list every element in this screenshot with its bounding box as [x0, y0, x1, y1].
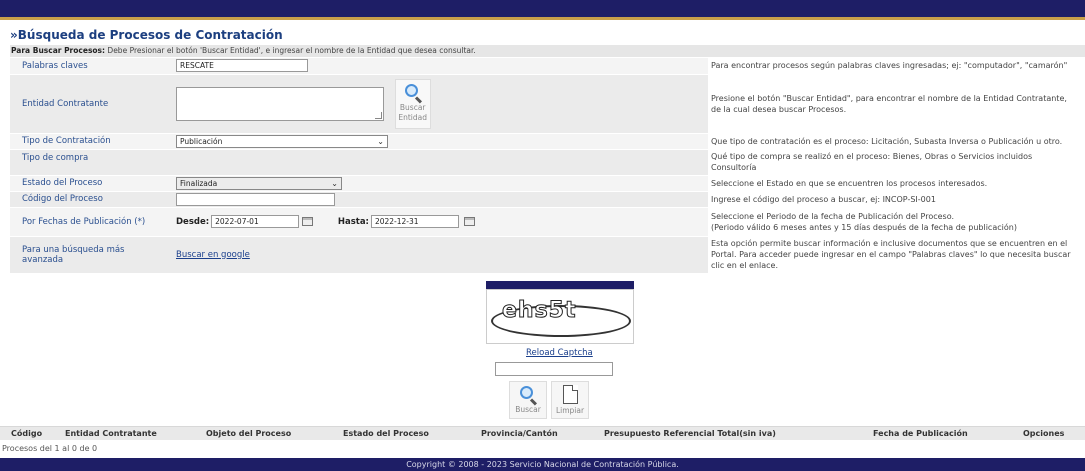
- column-header[interactable]: Entidad Contratante: [65, 429, 157, 438]
- magnifier-icon: [403, 83, 423, 104]
- instructions-text: Debe Presionar el botón 'Buscar Entidad'…: [105, 46, 476, 55]
- top-header-bar: [0, 0, 1085, 20]
- column-header[interactable]: Presupuesto Referencial Total(sin iva): [604, 429, 776, 438]
- blank-document-icon: [562, 385, 578, 404]
- label-tipo-contratacion: Tipo de Contratación: [10, 133, 173, 150]
- results-summary: Procesos del 1 al 0 de 0: [2, 444, 98, 453]
- limpiar-button[interactable]: Limpiar: [551, 381, 589, 419]
- page-title: »Búsqueda de Procesos de Contratación: [10, 28, 283, 42]
- help-entidad-contratante: Presione el botón "Buscar Entidad", para…: [708, 74, 1085, 134]
- reload-captcha-link[interactable]: Reload Captcha: [526, 348, 593, 358]
- label-fechas-publicacion: Por Fechas de Publicación (*): [10, 207, 173, 237]
- help-palabras-claves: Para encontrar procesos según palabras c…: [708, 58, 1085, 75]
- resize-grip-icon[interactable]: [375, 111, 382, 119]
- help-estado-proceso: Seleccione el Estado en que se encuentre…: [708, 175, 1085, 192]
- hasta-date-input[interactable]: [370, 215, 459, 228]
- limpiar-label: Limpiar: [555, 406, 585, 415]
- label-estado-proceso: Estado del Proceso: [10, 175, 173, 192]
- label-palabras-claves: Palabras claves: [10, 58, 173, 75]
- help-tipo-compra: Qué tipo de compra se realizó en el proc…: [708, 149, 1085, 176]
- calendar-icon[interactable]: [302, 217, 314, 226]
- help-busqueda-avanzada: Esta opción permite buscar información e…: [708, 236, 1085, 274]
- column-header[interactable]: Fecha de Publicación: [873, 429, 968, 438]
- instructions-heading: Para Buscar Procesos:: [11, 46, 106, 55]
- captcha-text: ehs5t: [502, 298, 577, 324]
- entidad-contratante-textarea[interactable]: [176, 86, 384, 121]
- column-header[interactable]: Opciones: [1023, 429, 1064, 438]
- help-tipo-contratacion: Que tipo de contratación es el proceso: …: [708, 133, 1085, 150]
- buscar-label: Buscar: [515, 405, 541, 414]
- instructions-bar: Para Buscar Procesos: Debe Presionar el …: [10, 45, 1085, 57]
- calendar-icon[interactable]: [463, 217, 475, 226]
- column-header[interactable]: Código: [11, 429, 42, 438]
- results-table-header: Código Entidad Contratante Objeto del Pr…: [0, 426, 1085, 440]
- buscar-button[interactable]: Buscar: [509, 381, 547, 419]
- label-busqueda-avanzada: Para una búsqueda más avanzada: [10, 236, 173, 274]
- footer-copyright: Copyright © 2008 - 2023 Servicio Naciona…: [0, 458, 1085, 471]
- captcha-image: ehs5t: [486, 289, 634, 344]
- column-header[interactable]: Estado del Proceso: [343, 429, 429, 438]
- chevron-down-icon: ⌄: [331, 178, 338, 188]
- estado-proceso-select[interactable]: Finalizada ⌄: [176, 176, 342, 190]
- codigo-proceso-input[interactable]: [176, 192, 335, 206]
- palabras-claves-input[interactable]: [176, 59, 308, 73]
- column-header[interactable]: Objeto del Proceso: [206, 429, 291, 438]
- desde-label: Desde:: [176, 217, 210, 227]
- buscar-en-google-link[interactable]: Buscar en google: [176, 250, 250, 260]
- hasta-label: Hasta:: [337, 217, 369, 227]
- tipo-contratacion-select[interactable]: Publicación ⌄: [176, 134, 388, 148]
- desde-date-input[interactable]: [211, 215, 300, 228]
- chevron-down-icon: ⌄: [377, 136, 384, 146]
- buscar-entidad-label-2: Entidad: [398, 112, 428, 122]
- column-header[interactable]: Provincia/Cantón: [481, 429, 558, 438]
- buscar-entidad-button[interactable]: Buscar Entidad: [394, 78, 431, 129]
- search-form: Palabras claves Para encontrar procesos …: [10, 58, 1085, 274]
- captcha-header-bar: [486, 281, 634, 289]
- help-codigo-proceso: Ingrese el código del proceso a buscar, …: [708, 191, 1085, 208]
- buscar-entidad-label: Buscar: [399, 102, 426, 112]
- tipo-compra-empty: [173, 149, 708, 176]
- magnifier-icon: [518, 385, 538, 406]
- captcha-input[interactable]: [495, 362, 613, 376]
- label-tipo-compra: Tipo de compra: [10, 149, 173, 176]
- label-entidad-contratante: Entidad Contratante: [10, 74, 173, 134]
- label-codigo-proceso: Código del Proceso: [10, 191, 173, 208]
- help-fechas-publicacion: Seleccione el Periodo de la fecha de Pub…: [708, 207, 1085, 237]
